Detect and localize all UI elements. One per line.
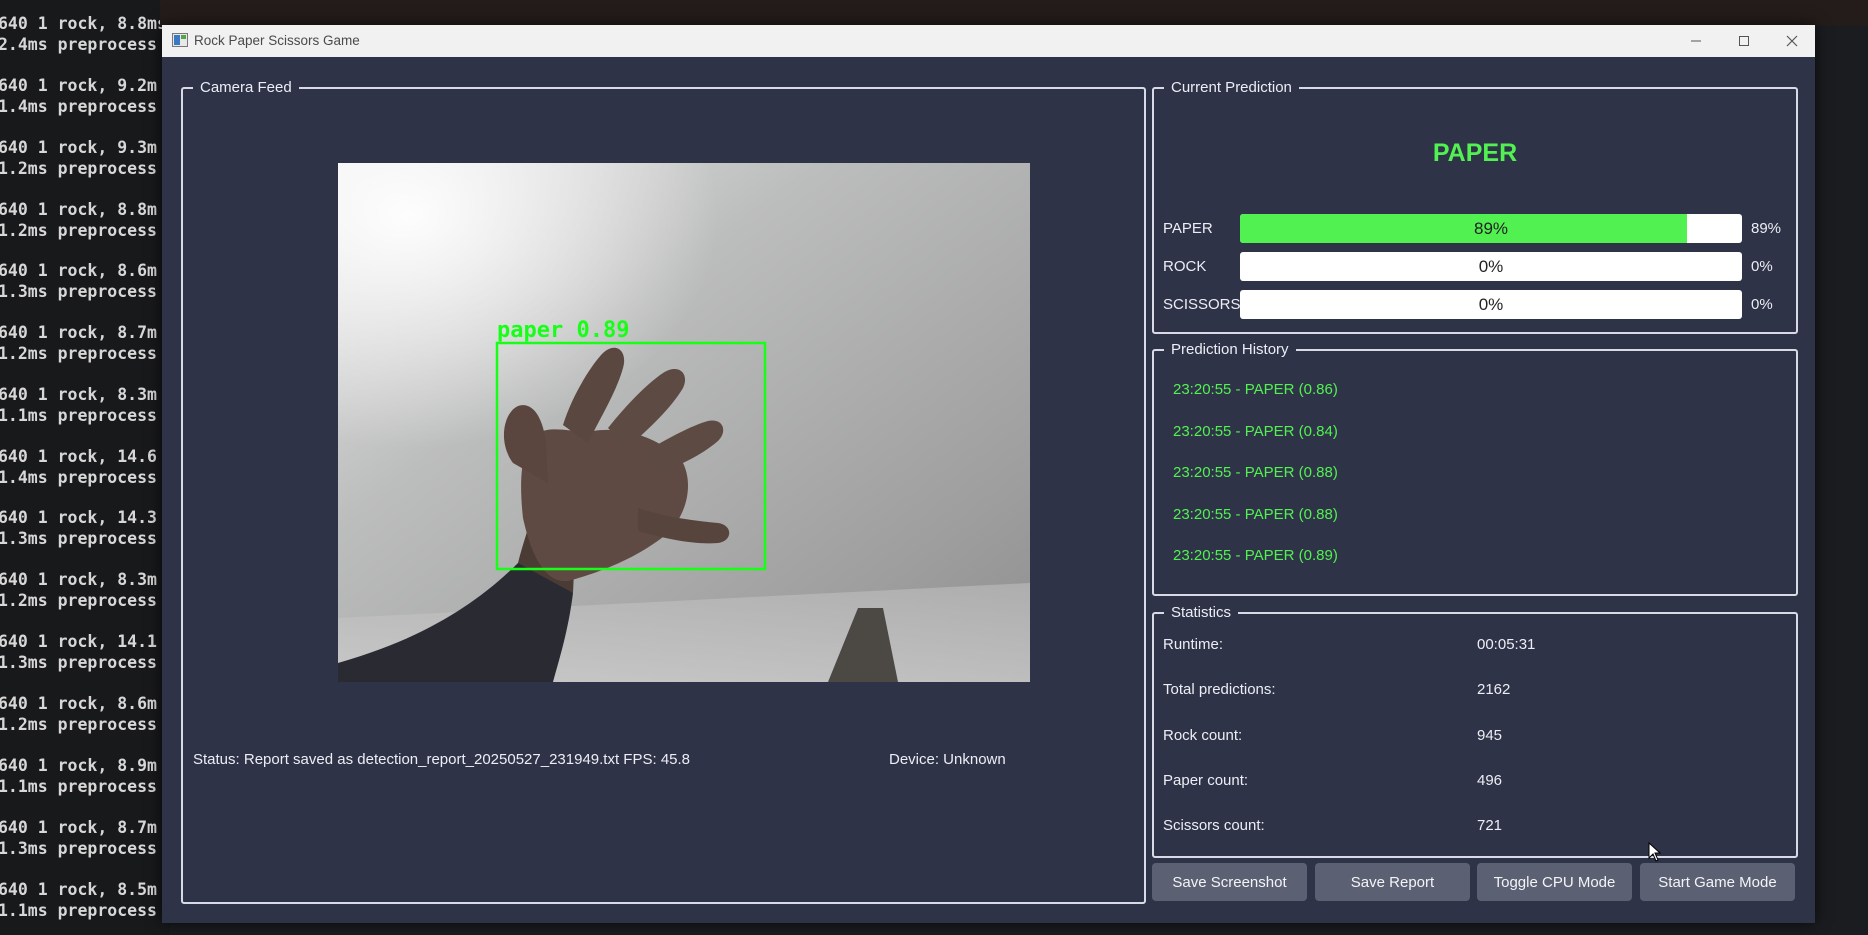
terminal-line: 1.2ms preprocess <box>0 591 157 610</box>
paper-label: PAPER <box>1163 220 1213 237</box>
rock-progress-bar: 0% <box>1240 252 1742 281</box>
terminal-line: 1.3ms preprocess <box>0 529 157 548</box>
history-item: 23:20:55 - PAPER (0.86) <box>1173 381 1338 398</box>
close-icon <box>1786 35 1798 47</box>
terminal-line: 1.1ms preprocess <box>0 406 157 425</box>
history-item: 23:20:55 - PAPER (0.88) <box>1173 464 1338 481</box>
scissors-count-label: Scissors count: <box>1163 817 1265 834</box>
history-item: 23:20:55 - PAPER (0.89) <box>1173 547 1338 564</box>
terminal-line: 640 1 rock, 8.6m <box>0 694 157 713</box>
scissors-progress-text: 0% <box>1478 295 1504 314</box>
terminal-line: 640 1 rock, 8.3m <box>0 385 157 404</box>
current-prediction-value: PAPER <box>1432 139 1518 167</box>
detection-label: paper 0.89 <box>497 318 629 343</box>
terminal-line: 1.2ms preprocess <box>0 715 157 734</box>
terminal-line: 640 1 rock, 8.9m <box>0 756 157 775</box>
current-prediction-title: Current Prediction <box>1164 79 1299 97</box>
rock-count-value: 945 <box>1477 727 1503 744</box>
device-text: Device: Unknown <box>889 751 1006 768</box>
rock-count-label: Rock count: <box>1163 727 1243 744</box>
runtime-label: Runtime: <box>1163 636 1224 653</box>
terminal-line: 1.1ms preprocess <box>0 901 157 920</box>
terminal-line: 640 1 rock, 8.7m <box>0 323 157 342</box>
terminal-line: 1.2ms preprocess <box>0 344 157 363</box>
close-button[interactable] <box>1769 25 1815 57</box>
paper-count-label: Paper count: <box>1163 772 1249 789</box>
terminal-line: 1.3ms preprocess <box>0 839 157 858</box>
terminal-line: 1.4ms preprocess <box>0 97 157 116</box>
history-item: 23:20:55 - PAPER (0.84) <box>1173 423 1338 440</box>
statistics-title: Statistics <box>1164 604 1239 622</box>
terminal-line: 1.2ms preprocess <box>0 159 157 178</box>
rock-percent: 0% <box>1751 258 1773 275</box>
scissors-count-value: 721 <box>1477 817 1503 834</box>
maximize-button[interactable] <box>1721 25 1767 57</box>
runtime-value: 00:05:31 <box>1477 636 1536 653</box>
terminal-line: 640 1 rock, 8.5m <box>0 880 157 899</box>
terminal-line: 1.4ms preprocess <box>0 468 157 487</box>
app-icon <box>172 33 188 47</box>
background-strip <box>160 0 1868 26</box>
rock-label: ROCK <box>1163 258 1207 275</box>
toggle-cpu-mode-button[interactable]: Toggle CPU Mode <box>1477 863 1632 901</box>
rock-progress-text: 0% <box>1478 257 1504 276</box>
terminal-line: 1.2ms preprocess <box>0 221 157 240</box>
total-predictions-label: Total predictions: <box>1163 681 1276 698</box>
terminal-line: 640 1 rock, 14.1 <box>0 632 157 651</box>
terminal-line: 640 1 rock, 8.6m <box>0 261 157 280</box>
terminal-line: 640 1 rock, 8.8m <box>0 200 157 219</box>
terminal-line: 640 1 rock, 8.8ms <box>0 14 167 33</box>
history-item: 23:20:55 - PAPER (0.88) <box>1173 506 1338 523</box>
terminal-line: 1.1ms preprocess <box>0 777 157 796</box>
terminal-line: 640 1 rock, 8.3m <box>0 570 157 589</box>
paper-progress-text: 89% <box>1473 219 1509 238</box>
mouse-cursor-icon <box>1648 842 1662 862</box>
status-text: Status: Report saved as detection_report… <box>193 751 691 768</box>
minimize-button[interactable] <box>1673 25 1719 57</box>
scissors-percent: 0% <box>1751 296 1773 313</box>
terminal-line: 640 1 rock, 14.6 <box>0 447 157 466</box>
prediction-history-title: Prediction History <box>1164 341 1296 359</box>
terminal-line: 640 1 rock, 8.7m <box>0 818 157 837</box>
save-report-button[interactable]: Save Report <box>1315 863 1470 901</box>
save-screenshot-button[interactable]: Save Screenshot <box>1152 863 1307 901</box>
scissors-label: SCISSORS <box>1163 296 1241 313</box>
paper-progress-bar: 89% <box>1240 214 1742 243</box>
camera-feed-image: paper 0.89 <box>338 163 1030 682</box>
paper-percent: 89% <box>1751 220 1782 237</box>
terminal-line: 640 1 rock, 14.3 <box>0 508 157 527</box>
camera-feed-group: Camera Feed paper 0.89 Status: Report sa… <box>181 79 1146 904</box>
terminal-line: 640 1 rock, 9.2m <box>0 76 157 95</box>
terminal-line: 2.4ms preprocess <box>0 35 157 54</box>
title-bar[interactable]: Rock Paper Scissors Game <box>162 25 1815 57</box>
start-game-mode-button[interactable]: Start Game Mode <box>1640 863 1795 901</box>
scissors-progress-bar: 0% <box>1240 290 1742 319</box>
camera-feed-title: Camera Feed <box>193 79 299 97</box>
terminal-line: 1.3ms preprocess <box>0 282 157 301</box>
minimize-icon <box>1691 40 1701 42</box>
paper-count-value: 496 <box>1477 772 1503 789</box>
terminal-line: 640 1 rock, 9.3m <box>0 138 157 157</box>
terminal-line: 1.3ms preprocess <box>0 653 157 672</box>
window-title: Rock Paper Scissors Game <box>194 33 360 48</box>
maximize-icon <box>1739 36 1749 46</box>
terminal-background: 640 1 rock, 8.8ms 2.4ms preprocess 640 1… <box>0 0 170 935</box>
total-predictions-value: 2162 <box>1477 681 1511 698</box>
